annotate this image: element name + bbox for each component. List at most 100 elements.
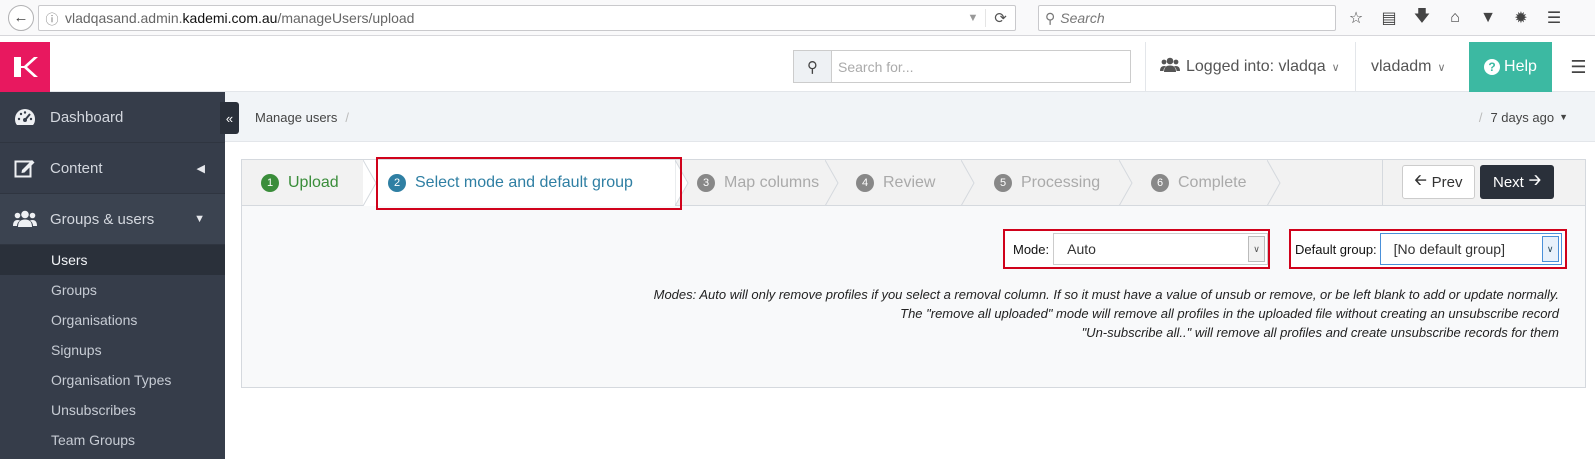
back-arrow-icon[interactable]: ← — [8, 4, 34, 31]
time-ago-label: 7 days ago — [1490, 109, 1555, 125]
mode-select[interactable]: Auto ∨ — [1053, 233, 1268, 265]
hamburger-menu-icon[interactable]: ☰ — [1544, 8, 1564, 28]
step-label: Complete — [1178, 174, 1247, 191]
step-chevron — [961, 160, 975, 206]
reading-list-icon[interactable]: ▤ — [1379, 8, 1399, 28]
sidebar-subitem-organisations[interactable]: Organisations — [0, 305, 225, 335]
step-number: 1 — [261, 174, 279, 192]
info-icon[interactable]: ⓘ — [39, 9, 65, 28]
sidebar: Dashboard Content ◀ Groups & users ▼ Use… — [0, 92, 225, 459]
reload-icon[interactable]: ⟳ — [985, 9, 1015, 27]
chevron-down-icon: ∨ — [1437, 61, 1446, 74]
caret-left-icon: ◀ — [196, 162, 205, 175]
steps-divider — [1382, 160, 1383, 206]
step-number: 6 — [1151, 174, 1169, 192]
step-chevron — [825, 160, 839, 206]
wizard-step-review[interactable]: 4 Review — [856, 160, 935, 206]
pocket-icon[interactable]: ▼ — [1478, 9, 1498, 27]
app-header: ⚲ Logged into: vladqa ∨ vladadm ∨ ? Help… — [0, 42, 1595, 92]
logged-into-menu[interactable]: Logged into: vladqa ∨ — [1160, 42, 1340, 92]
help-label: Help — [1504, 58, 1537, 75]
modes-help-text: Modes: Auto will only remove profiles if… — [654, 285, 1559, 342]
logged-into-label: Logged into: vladqa — [1186, 58, 1326, 75]
users-icon — [0, 210, 50, 228]
help-button[interactable]: ? Help — [1469, 42, 1552, 92]
sidebar-subitem-users[interactable]: Users — [0, 245, 225, 275]
next-label: Next — [1492, 173, 1524, 191]
sidebar-item-label: Dashboard — [50, 108, 124, 126]
browser-search-input[interactable]: ⚲ Search — [1038, 5, 1336, 31]
wizard-step-upload[interactable]: 1 Upload — [261, 160, 339, 206]
sidebar-item-content[interactable]: Content ◀ — [0, 143, 225, 194]
mode-value: Auto — [1067, 241, 1096, 257]
edit-icon — [0, 158, 50, 178]
step-chevron — [363, 160, 377, 206]
sidebar-item-label: Content — [50, 159, 103, 177]
step-chevron — [1119, 160, 1133, 206]
sidebar-subitem-organisation-types[interactable]: Organisation Types — [0, 365, 225, 395]
step-number: 5 — [994, 174, 1012, 192]
menu-toggle-icon[interactable]: ☰ — [1562, 42, 1595, 92]
step-label: Processing — [1021, 174, 1101, 191]
download-icon[interactable]: 🡇 — [1412, 5, 1432, 32]
search-icon[interactable]: ⚲ — [794, 51, 832, 82]
arrow-right-icon: 🡢 — [1528, 171, 1541, 189]
breadcrumb: Manage users / — [255, 92, 349, 142]
browser-search-placeholder: Search — [1060, 10, 1105, 26]
caret-down-icon: ▼ — [1559, 112, 1568, 122]
search-icon: ⚲ — [1045, 9, 1056, 26]
kademi-logo[interactable] — [0, 42, 50, 92]
breadcrumb-bar: Manage users / / 7 days ago ▼ — [225, 92, 1595, 142]
collapse-sidebar-icon[interactable]: « — [220, 102, 239, 134]
sidebar-item-groups-users[interactable]: Groups & users ▼ — [0, 194, 225, 245]
extension-icon[interactable]: ✹ — [1511, 8, 1531, 28]
home-icon[interactable]: ⌂ — [1445, 9, 1465, 27]
default-group-select[interactable]: [No default group] ∨ — [1379, 233, 1562, 265]
arrow-left-icon: 🡠 — [1414, 171, 1427, 189]
default-group-value: [No default group] — [1393, 241, 1505, 257]
breadcrumb-separator: / — [1478, 109, 1483, 125]
sidebar-item-dashboard[interactable]: Dashboard — [0, 92, 225, 143]
mode-label: Mode: — [1013, 241, 1050, 257]
chevron-down-icon: ∨ — [1248, 236, 1265, 262]
step-label: Upload — [288, 174, 339, 191]
step-label: Map columns — [724, 174, 820, 191]
user-menu[interactable]: vladadm ∨ — [1371, 42, 1446, 92]
search-input[interactable] — [832, 51, 1130, 82]
wizard-step-map-columns[interactable]: 3 Map columns — [697, 160, 819, 206]
wizard-step-processing[interactable]: 5 Processing — [994, 160, 1100, 206]
sidebar-item-label: Groups & users — [50, 210, 155, 228]
header-divider — [1355, 42, 1356, 92]
time-range-dropdown[interactable]: / 7 days ago ▼ — [1479, 92, 1568, 142]
sidebar-subitem-groups[interactable]: Groups — [0, 275, 225, 305]
url-dropdown-icon[interactable]: ▼ — [961, 12, 985, 24]
step-label: Review — [883, 174, 936, 191]
help-line: The "remove all uploaded" mode will remo… — [900, 306, 1559, 321]
sidebar-subitem-signups[interactable]: Signups — [0, 335, 225, 365]
help-line: Modes: Auto will only remove profiles if… — [653, 287, 1559, 302]
wizard-step-complete[interactable]: 6 Complete — [1151, 160, 1246, 206]
breadcrumb-manage-users[interactable]: Manage users — [255, 110, 337, 125]
address-bar[interactable]: ⓘ vladqasand.admin.kademi.com.au/manageU… — [38, 5, 1016, 31]
step-number: 3 — [697, 174, 715, 192]
help-line: "Un-subscribe all.." will remove all pro… — [1081, 325, 1559, 340]
sidebar-subitem-unsubscribes[interactable]: Unsubscribes — [0, 395, 225, 425]
next-button[interactable]: Next 🡢 — [1480, 165, 1554, 199]
chevron-down-icon: ∨ — [1331, 61, 1340, 74]
dashboard-icon — [0, 108, 50, 126]
step-chevron — [1267, 160, 1281, 206]
user-label: vladadm — [1371, 58, 1432, 75]
users-icon — [1160, 57, 1180, 78]
mode-field: Mode: Auto ∨ — [1003, 229, 1270, 269]
highlight-current-step — [376, 157, 682, 210]
bookmark-star-icon[interactable]: ☆ — [1346, 8, 1366, 28]
prev-button[interactable]: 🡠 Prev — [1402, 165, 1475, 199]
logo-icon — [14, 57, 38, 77]
url-text[interactable]: vladqasand.admin.kademi.com.au/manageUse… — [65, 10, 961, 26]
default-group-label: Default group: — [1295, 241, 1377, 257]
caret-down-icon: ▼ — [194, 213, 205, 225]
default-group-field: Default group: [No default group] ∨ — [1289, 229, 1567, 269]
sidebar-subitem-team-groups[interactable]: Team Groups — [0, 425, 225, 455]
browser-toolbar: ← ⓘ vladqasand.admin.kademi.com.au/manag… — [0, 0, 1595, 36]
prev-label: Prev — [1431, 173, 1463, 191]
